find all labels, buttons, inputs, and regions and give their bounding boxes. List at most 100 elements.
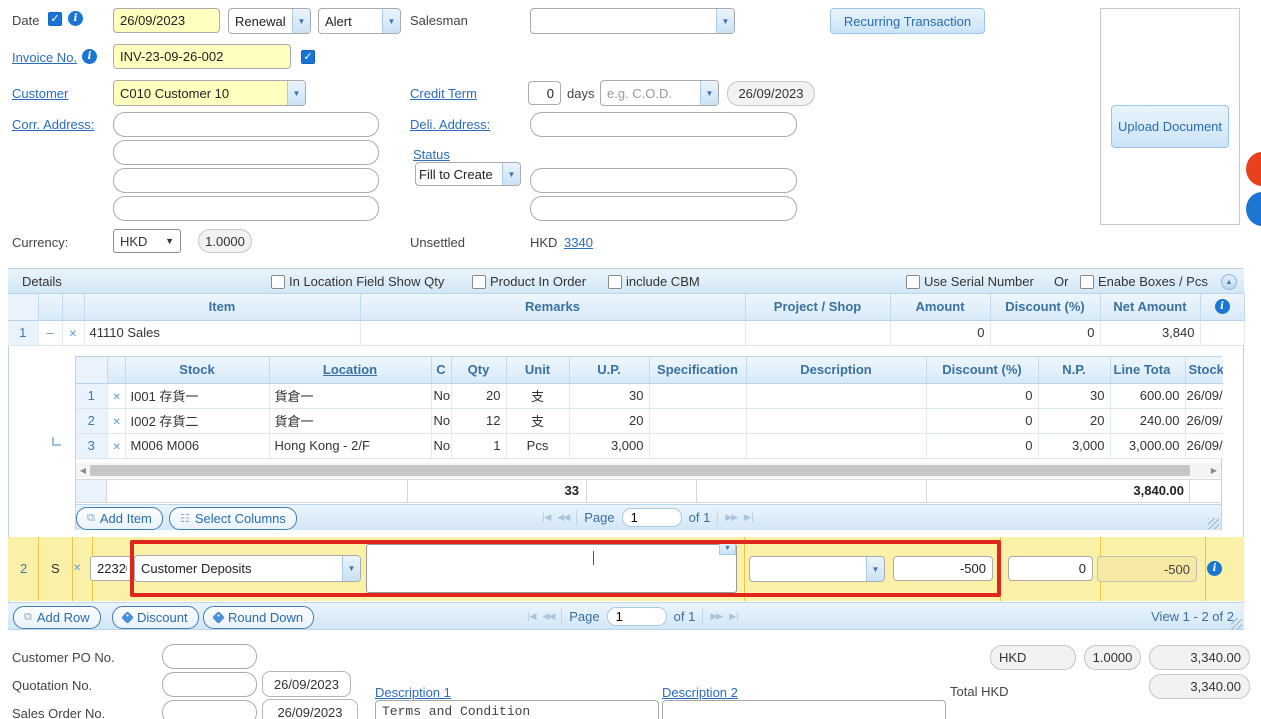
include-cbm-checkbox[interactable]	[608, 275, 622, 289]
first-page-icon[interactable]: ∣◀	[541, 512, 550, 523]
last-page-icon[interactable]: ▶∣	[744, 512, 753, 523]
status-select[interactable]: Fill to Create ▼	[415, 162, 521, 186]
row2-remarks-textarea[interactable]	[366, 544, 737, 593]
row2-project-select[interactable]: ▼	[749, 556, 885, 582]
deli-address-line1-input[interactable]	[530, 112, 797, 137]
last-page-icon[interactable]: ▶∣	[729, 611, 738, 622]
credit-term-type-select[interactable]: e.g. C.O.D. ▼	[600, 80, 719, 106]
currency-rate: 1.0000	[198, 229, 252, 253]
description1-textarea[interactable]: Terms and Condition	[375, 700, 659, 719]
item-cell[interactable]: 41110 Sales	[84, 320, 360, 345]
delete-stock-row-icon[interactable]: ✕	[113, 417, 121, 428]
select-columns-button[interactable]: ☷Select Columns	[169, 507, 297, 530]
upload-document-button[interactable]: Upload Document	[1111, 105, 1229, 148]
subtable-totals-row: 33 3,840.00	[76, 479, 1221, 503]
item-row-1: 1 – ✕ 41110 Sales 0 0 3,840	[8, 320, 1244, 345]
amount-cell[interactable]: 0	[890, 320, 990, 345]
scroll-right-icon[interactable]: ▶	[1207, 466, 1221, 475]
next-page-icon[interactable]: ▶▶	[725, 512, 737, 523]
row2-info-icon[interactable]: i	[1207, 561, 1222, 576]
row2-discount-input[interactable]	[1008, 556, 1093, 581]
page-input[interactable]	[607, 607, 667, 626]
deli-address-label[interactable]: Deli. Address:	[410, 117, 490, 132]
prev-page-icon[interactable]: ◀◀	[557, 512, 569, 523]
renewal-select[interactable]: Renewal ▼	[228, 8, 311, 34]
currency-select[interactable]: HKD ▼	[113, 229, 181, 253]
discount-cell[interactable]: 0	[990, 320, 1100, 345]
resize-grip[interactable]	[1231, 618, 1242, 629]
table-info-icon[interactable]: i	[1215, 299, 1230, 314]
quotation-date[interactable]: 26/09/2023	[262, 671, 351, 697]
use-serial-checkbox[interactable]	[906, 275, 920, 289]
delete-stock-row-icon[interactable]: ✕	[113, 392, 121, 403]
round-down-button[interactable]: Round Down	[203, 606, 314, 629]
row2-account-code-input[interactable]	[90, 556, 134, 581]
add-item-button[interactable]: ⧉Add Item	[76, 507, 163, 530]
col-spec: Specification	[649, 357, 746, 383]
resize-grip[interactable]	[1208, 518, 1219, 529]
first-page-icon[interactable]: ∣◀	[526, 611, 535, 622]
customer-label[interactable]: Customer	[12, 86, 68, 101]
enable-boxes-checkbox[interactable]	[1080, 275, 1094, 289]
corr-address-line3-input[interactable]	[113, 168, 379, 193]
floating-blue-button[interactable]	[1246, 192, 1261, 226]
salesman-select[interactable]: ▼	[530, 8, 735, 34]
invoice-no-input[interactable]	[113, 44, 291, 69]
corr-address-line4-input[interactable]	[113, 196, 379, 221]
chevron-down-icon: ▼	[866, 557, 884, 581]
total-label: Total HKD	[950, 684, 1009, 699]
floating-red-button[interactable]	[1246, 152, 1261, 186]
invoice-info-icon[interactable]: i	[82, 49, 97, 64]
col-stock-date: Stock	[1185, 357, 1223, 383]
stock-row: 2 ✕ I002 存貨二 貨倉一 No 12 支 20 0 20 240.00 …	[76, 408, 1223, 433]
row2-amount-input[interactable]	[893, 556, 993, 581]
date-input[interactable]	[113, 8, 220, 33]
customer-select[interactable]: C010 Customer 10 ▼	[113, 80, 306, 106]
next-page-icon[interactable]: ▶▶	[710, 611, 722, 622]
deli-address-line2-input[interactable]	[530, 168, 797, 193]
add-row-button[interactable]: ⧉Add Row	[13, 606, 101, 629]
customer-po-input[interactable]	[162, 644, 257, 669]
collapse-details-icon[interactable]: ▲	[1221, 274, 1237, 290]
status-label[interactable]: Status	[413, 147, 450, 162]
remarks-cell[interactable]	[360, 320, 745, 345]
recurring-transaction-button[interactable]: Recurring Transaction	[830, 8, 985, 34]
subtable-footer-bar: ⧉Add Item ☷Select Columns ∣◀ ◀◀ Page of …	[76, 504, 1221, 530]
sales-order-date[interactable]: 26/09/2023	[262, 699, 358, 719]
invoice-checkbox[interactable]: ✓	[301, 50, 315, 64]
product-in-order-checkbox[interactable]	[472, 275, 486, 289]
scrollbar-thumb[interactable]	[90, 465, 1190, 476]
discount-button[interactable]: Discount	[112, 606, 199, 629]
quotation-no-input[interactable]	[162, 672, 257, 697]
col-location[interactable]: Location	[269, 357, 431, 383]
in-location-checkbox[interactable]	[271, 275, 285, 289]
collapse-row-icon[interactable]: –	[38, 320, 62, 345]
row2-account-select[interactable]: Customer Deposits ▼	[134, 555, 361, 582]
sales-order-no-input[interactable]	[162, 700, 257, 719]
description2-label[interactable]: Description 2	[662, 685, 738, 700]
credit-term-label[interactable]: Credit Term	[410, 86, 477, 101]
date-checkbox[interactable]: ✓	[48, 12, 62, 26]
prev-page-icon[interactable]: ◀◀	[542, 611, 554, 622]
page-input[interactable]	[622, 508, 682, 527]
corr-address-label[interactable]: Corr. Address:	[12, 117, 94, 132]
stock-row: 1 ✕ I001 存貨一 貨倉一 No 20 支 30 0 30 600.00 …	[76, 383, 1223, 408]
date-info-icon[interactable]: i	[68, 11, 83, 26]
credit-term-days-input[interactable]	[528, 81, 561, 105]
project-cell[interactable]	[745, 320, 890, 345]
invoice-no-label[interactable]: Invoice No.	[12, 50, 77, 65]
description1-label[interactable]: Description 1	[375, 685, 451, 700]
unsettled-amount-link[interactable]: 3340	[564, 235, 593, 250]
deli-address-line3-input[interactable]	[530, 196, 797, 221]
corr-address-line2-input[interactable]	[113, 140, 379, 165]
delete-row2-icon[interactable]: ✕	[73, 563, 81, 574]
corr-address-line1-input[interactable]	[113, 112, 379, 137]
delete-row-icon[interactable]: ✕	[69, 329, 77, 340]
chevron-down-icon: ▼	[292, 9, 310, 33]
horizontal-scrollbar[interactable]: ◀ ▶	[76, 463, 1221, 478]
alert-select[interactable]: Alert ▼	[318, 8, 401, 34]
delete-stock-row-icon[interactable]: ✕	[113, 442, 121, 453]
description2-textarea[interactable]	[662, 700, 946, 719]
scroll-left-icon[interactable]: ◀	[76, 466, 90, 475]
remarks-expand-icon[interactable]: ▼	[719, 541, 736, 555]
